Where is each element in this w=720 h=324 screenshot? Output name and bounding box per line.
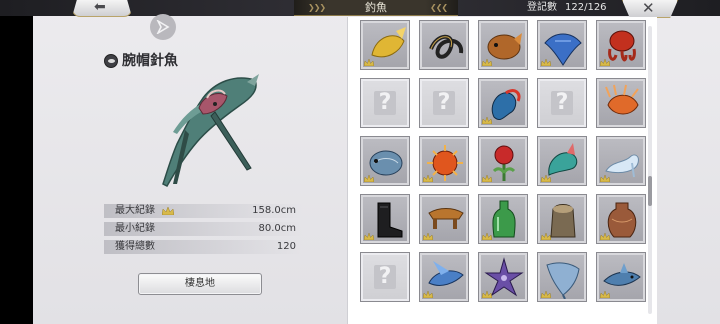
orange-lionfish-icon [605,84,639,115]
collection-slot-red-blue-seahorse[interactable] [478,78,528,128]
crown-icon [423,291,433,298]
registered-count-value: 122/126 [565,2,607,13]
crown-icon [482,117,492,124]
collection-slot-red-octopus[interactable] [596,20,646,70]
crown-icon [364,175,374,182]
collection-slot-orange-sea-urchin[interactable] [419,136,469,186]
crown-icon [541,233,551,240]
collection-slot-old-tree-stump[interactable] [537,194,587,244]
habitat-button-label[interactable]: 棲息地 [138,277,262,291]
crown-icon [600,233,610,240]
crown-icon [600,291,610,298]
stat-value: 120 [276,241,296,252]
collection-slot-blue-flying-fish[interactable] [419,252,469,302]
stat-row-min: 最小紀錄 80.0cm [104,222,302,236]
crown-icon [482,233,492,240]
stat-row-max: 最大紀錄 158.0cm [104,204,302,218]
question-mark-icon: ? [374,91,396,115]
question-mark-icon: ? [433,91,455,115]
collection-slot-golden-fish[interactable] [360,20,410,70]
collection-slot-orange-lionfish[interactable] [596,78,646,128]
crown-icon [541,291,551,298]
collection-slot-black-eel-knot[interactable] [419,20,469,70]
page-title: 釣魚 [365,1,387,14]
collection-slot-blue-manta-ray[interactable] [537,20,587,70]
stat-label: 最大紀錄 [115,205,155,216]
collection-slot-unknown[interactable]: ? [419,78,469,128]
crown-icon [600,175,610,182]
stat-label: 最小紀錄 [115,223,155,234]
collection-slot-black-boot[interactable] [360,194,410,244]
close-x-icon[interactable]: ✕ [642,0,655,17]
fish-illustration [162,74,259,187]
collection-slot-green-bottle[interactable] [478,194,528,244]
collection-slot-unknown[interactable]: ? [360,78,410,128]
crown-icon [364,59,374,66]
crown-icon [162,207,174,215]
crown-icon [541,175,551,182]
scrollbar-thumb[interactable] [648,176,652,206]
crown-icon [364,233,374,240]
collection-slot-unknown[interactable]: ? [360,252,410,302]
stat-label: 獲得總數 [115,241,155,252]
stat-value: 80.0cm [258,223,296,234]
collection-slot-red-flower-seaweed[interactable] [478,136,528,186]
collection-slot-pale-ray[interactable] [537,252,587,302]
registered-count-label: 登記數 [527,2,557,13]
collection-slot-wooden-geta[interactable] [419,194,469,244]
collection-slot-purple-starfish[interactable] [478,252,528,302]
fish-category-icon [104,54,118,68]
collection-slot-armored-blue-fish[interactable] [360,136,410,186]
crown-icon [482,59,492,66]
collection-slot-unknown[interactable]: ? [537,78,587,128]
crown-icon [423,233,433,240]
scrollbar-track[interactable] [648,26,652,314]
collection-slot-blue-shark[interactable] [596,252,646,302]
collection-slot-brown-pufferfish[interactable] [478,20,528,70]
crown-icon [482,291,492,298]
stat-value: 158.0cm [252,205,296,216]
question-mark-icon: ? [374,265,396,289]
stat-row-total: 獲得總數 120 [104,240,302,254]
crown-icon [600,59,610,66]
collection-slot-glass-slipper[interactable] [596,136,646,186]
share-icon[interactable] [150,14,176,40]
collection-slot-teal-sea-dragon[interactable] [537,136,587,186]
fishing-screen: ❯❯❯ ❮❮❮ 釣魚 ⬅ 登記數 122/126 ✕ 腕帽針魚 最大紀錄 158… [0,0,720,324]
black-eel-knot-icon [429,34,464,59]
question-mark-icon: ? [551,91,573,115]
fish-name: 腕帽針魚 [122,53,178,69]
back-arrow-icon[interactable]: ⬅ [94,0,106,15]
crown-icon [482,175,492,182]
left-letterbox [0,0,33,324]
crown-icon [541,59,551,66]
collection-slot-clay-pot[interactable] [596,194,646,244]
crown-icon [423,175,433,182]
